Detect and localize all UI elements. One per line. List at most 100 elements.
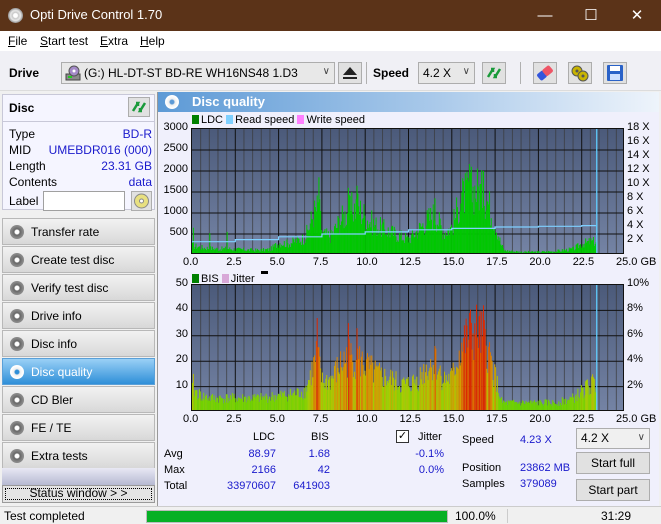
bis-bar: [398, 385, 400, 410]
erase-button[interactable]: [533, 62, 557, 84]
bis-bar: [288, 394, 290, 410]
menu-help[interactable]: Help: [140, 34, 165, 48]
nav-create-test-disc[interactable]: Create test disc: [2, 246, 155, 273]
ldc-bar: [593, 246, 595, 253]
x-tick-label: 25.0 GB: [616, 413, 657, 425]
bis-bar: [497, 392, 499, 410]
maximize-button[interactable]: ☐: [568, 0, 614, 31]
menu-extra[interactable]: Extra: [100, 34, 128, 48]
bis-bar: [540, 402, 542, 410]
y2-tick-label: 2%: [627, 378, 643, 391]
bis-bar: [558, 401, 560, 410]
bis-bar: [368, 369, 370, 410]
eject-icon: [343, 67, 357, 79]
ldc-bar: [591, 240, 593, 253]
speed-label: Speed: [373, 66, 410, 80]
ldc-bar: [194, 246, 196, 253]
bis-bar: [394, 379, 396, 410]
ldc-bar: [542, 251, 544, 253]
speed-select[interactable]: 4.2 X ∨: [418, 62, 475, 84]
ldc-bar: [260, 249, 262, 253]
ldc-swatch: [192, 115, 199, 124]
ldc-bar: [227, 248, 229, 253]
nav-disc-info[interactable]: Disc info: [2, 330, 155, 357]
menu-bar: File Start test Extra Help: [0, 31, 661, 51]
bis-bar: [358, 359, 360, 410]
ldc-bar: [390, 230, 392, 253]
app-window: Opti Drive Control 1.70 — ☐ ✕ File Start…: [0, 0, 661, 524]
nav-cd-bler[interactable]: CD Bler: [2, 386, 155, 413]
bis-bar: [317, 347, 319, 410]
drive-select[interactable]: (G:) HL-DT-ST BD-RE WH16NS48 1.D3 ∨: [61, 62, 335, 84]
ldc-bar: [565, 250, 567, 253]
nav-fe-te[interactable]: FE / TE: [2, 414, 155, 441]
bis-bar: [426, 375, 428, 410]
bis-bar: [485, 345, 487, 410]
ldc-bar: [264, 249, 266, 253]
nav-transfer-rate[interactable]: Transfer rate: [2, 218, 155, 245]
bis-bar: [347, 323, 349, 410]
bis-bar: [403, 377, 405, 410]
disc-gear-icon: [10, 449, 24, 463]
bis-bar: [560, 404, 562, 410]
test-speed-select[interactable]: 4.2 X ∨: [576, 428, 650, 449]
bis-bar: [369, 355, 371, 410]
disc-label-button[interactable]: [131, 191, 152, 211]
nav-disc-quality[interactable]: Disc quality: [2, 358, 155, 385]
status-window-button[interactable]: Status window > >: [2, 485, 155, 503]
ldc-bar: [394, 229, 396, 253]
minimize-button[interactable]: —: [522, 0, 568, 31]
bis-bar: [397, 389, 399, 410]
ldc-bar: [437, 226, 439, 253]
start-part-button[interactable]: Start part: [576, 479, 650, 501]
bis-bar: [434, 345, 436, 410]
bis-bar: [453, 367, 455, 410]
ldc-bar: [240, 248, 242, 253]
legend-ldc: LDC: [201, 114, 224, 126]
ldc-bar: [193, 248, 195, 253]
bis-bar: [221, 398, 223, 410]
window-title: Opti Drive Control 1.70: [30, 7, 163, 22]
speed-readout-label: Speed: [462, 434, 494, 446]
bis-bar: [197, 399, 199, 410]
bis-bar: [372, 362, 374, 410]
bis-bar: [504, 402, 506, 410]
menu-start-test[interactable]: Start test: [40, 34, 88, 48]
save-button[interactable]: [603, 62, 627, 84]
ldc-bar: [328, 237, 330, 253]
disc-refresh-button[interactable]: [128, 97, 150, 117]
ldc-bar: [238, 247, 240, 253]
close-button[interactable]: ✕: [614, 0, 660, 31]
ldc-bar: [211, 246, 213, 253]
ldc-bar: [381, 224, 383, 253]
bis-bar: [250, 401, 252, 410]
bis-bar: [389, 376, 391, 410]
ldc-bar: [253, 250, 255, 253]
bis-bar: [450, 371, 452, 410]
nav-extra-tests[interactable]: Extra tests: [2, 442, 155, 469]
ldc-bar: [541, 250, 543, 253]
eject-button[interactable]: [338, 62, 362, 84]
refresh-speed-button[interactable]: [482, 62, 506, 84]
menu-file[interactable]: File: [8, 34, 27, 48]
bis-bar: [449, 383, 451, 410]
ldc-bar: [431, 219, 433, 253]
bis-bar: [236, 398, 238, 410]
bis-bar: [583, 398, 585, 410]
ldc-bar: [333, 234, 335, 253]
disc-label-input[interactable]: [43, 191, 125, 211]
nav-verify-test-disc[interactable]: Verify test disc: [2, 274, 155, 301]
ldc-bar: [283, 240, 285, 253]
ldc-bar: [533, 252, 535, 253]
ldc-bar: [217, 248, 219, 253]
nav-drive-info[interactable]: Drive info: [2, 302, 155, 329]
ldc-bar: [474, 185, 476, 253]
ldc-bar: [462, 178, 464, 253]
bis-bar: [223, 403, 225, 410]
bis-bar: [482, 336, 484, 410]
start-full-button[interactable]: Start full: [576, 452, 650, 474]
settings-button[interactable]: [568, 62, 592, 84]
ldc-bar: [274, 243, 276, 253]
jitter-checkbox[interactable]: ✓: [396, 430, 409, 443]
bis-bar: [257, 395, 259, 410]
